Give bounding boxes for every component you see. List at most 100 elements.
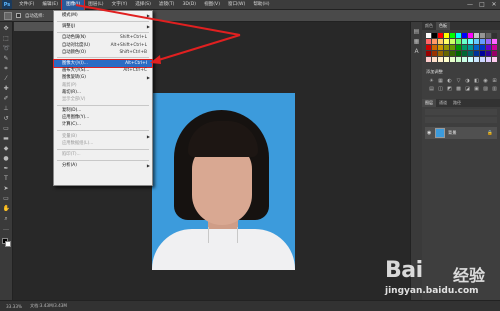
dropdown-menu-item[interactable]: 自动颜色(O) Shift+Ctrl+B	[54, 49, 152, 56]
close-button[interactable]: ✕	[488, 0, 500, 10]
color-swatch[interactable]	[462, 57, 467, 62]
color-swatch[interactable]	[462, 51, 467, 56]
dropdown-menu-item[interactable]: 应用图像(Y)...	[54, 114, 152, 121]
menu-item[interactable]: 图层(L)	[84, 0, 107, 10]
eraser-tool-icon[interactable]: ▭	[3, 125, 10, 132]
adjustment-icon[interactable]: ▤	[428, 86, 435, 92]
color-swatch[interactable]	[480, 33, 485, 38]
character-panel-icon[interactable]: A	[413, 48, 420, 55]
color-swatch[interactable]	[438, 57, 443, 62]
color-swatch[interactable]	[462, 39, 467, 44]
color-swatch[interactable]	[492, 33, 497, 38]
menu-item-image-size[interactable]: 图像大小(I)... Alt+Ctrl+I	[53, 58, 153, 69]
adjustment-icon[interactable]: ▨	[482, 86, 489, 92]
color-swatch[interactable]	[486, 33, 491, 38]
adjustment-icon[interactable]: ◪	[464, 86, 471, 92]
color-swatch[interactable]	[432, 51, 437, 56]
adjustment-icon[interactable]: ◫	[437, 86, 444, 92]
marquee-tool-icon[interactable]: ⬚	[3, 35, 10, 42]
background-color-swatch[interactable]	[5, 241, 11, 247]
color-swatch[interactable]	[456, 51, 461, 56]
menu-item[interactable]: 3D(D)	[178, 0, 200, 10]
dropdown-menu-item[interactable]: 自动色调(N) Shift+Ctrl+L	[54, 34, 152, 41]
shape-tool-icon[interactable]: ▭	[3, 195, 10, 202]
color-swatch[interactable]	[480, 39, 485, 44]
color-swatch[interactable]	[468, 51, 473, 56]
pen-tool-icon[interactable]: ✒	[3, 165, 10, 172]
minimize-button[interactable]: —	[464, 0, 476, 10]
tab-swatches[interactable]: 色板	[436, 22, 450, 30]
color-swatch[interactable]	[474, 45, 479, 50]
menu-item[interactable]: 选择(S)	[131, 0, 155, 10]
layer-filter-row[interactable]	[425, 109, 497, 115]
color-swatch[interactable]	[486, 57, 491, 62]
tab-paths[interactable]: 路径	[450, 99, 464, 107]
color-swatch[interactable]	[492, 39, 497, 44]
zoom-tool-icon[interactable]: ⌕	[3, 215, 10, 222]
color-swatch[interactable]	[486, 51, 491, 56]
color-swatch[interactable]	[444, 33, 449, 38]
menu-item[interactable]: 滤镜(T)	[155, 0, 179, 10]
brush-tool-icon[interactable]: ✐	[3, 95, 10, 102]
color-swatch[interactable]	[462, 45, 467, 50]
properties-panel-icon[interactable]: ▦	[413, 38, 420, 45]
clone-stamp-tool-icon[interactable]: ⊥	[3, 105, 10, 112]
gradient-tool-icon[interactable]: ▬	[3, 135, 10, 142]
move-tool-icon[interactable]	[4, 11, 12, 20]
menu-item[interactable]: 编辑(E)	[38, 0, 62, 10]
adjustment-icon[interactable]: ▥	[491, 86, 498, 92]
color-swatch[interactable]	[456, 57, 461, 62]
crop-tool-icon[interactable]: ⌗	[3, 65, 10, 72]
color-swatch[interactable]	[426, 51, 431, 56]
dropdown-menu-item[interactable]: 画布大小(S)... Alt+Ctrl+C	[54, 67, 152, 74]
color-swatch[interactable]	[480, 45, 485, 50]
color-swatch[interactable]	[450, 33, 455, 38]
color-swatch[interactable]	[468, 33, 473, 38]
color-swatch[interactable]	[426, 45, 431, 50]
color-swatch[interactable]	[492, 45, 497, 50]
color-swatch[interactable]	[450, 45, 455, 50]
color-swatch[interactable]	[426, 57, 431, 62]
menu-item[interactable]: 图像(I)	[61, 0, 86, 11]
dodge-tool-icon[interactable]: ●	[3, 155, 10, 162]
color-swatch[interactable]	[492, 57, 497, 62]
zoom-level[interactable]: 33.33%	[6, 304, 22, 309]
color-swatch[interactable]	[456, 33, 461, 38]
path-select-tool-icon[interactable]: ➤	[3, 185, 10, 192]
color-swatch[interactable]	[426, 39, 431, 44]
dropdown-menu-item[interactable]: 计算(C)...	[54, 121, 152, 128]
color-swatch[interactable]	[444, 39, 449, 44]
color-swatch[interactable]	[450, 39, 455, 44]
color-swatch[interactable]	[468, 39, 473, 44]
color-swatch[interactable]	[462, 33, 467, 38]
color-swatch[interactable]	[474, 51, 479, 56]
maximize-button[interactable]: □	[476, 0, 488, 10]
color-swatch[interactable]	[432, 39, 437, 44]
tab-color[interactable]: 颜色	[422, 22, 436, 30]
color-swatch[interactable]	[438, 45, 443, 50]
more-tools-icon[interactable]: …	[3, 225, 10, 232]
adjustment-icon[interactable]: ◉	[482, 78, 489, 84]
color-swatch[interactable]	[468, 45, 473, 50]
color-swatch[interactable]	[426, 33, 431, 38]
blur-tool-icon[interactable]: ◆	[3, 145, 10, 152]
adjustment-icon[interactable]: ◧	[473, 78, 480, 84]
background-layer[interactable]: ◉ 背景 🔒	[425, 127, 497, 139]
color-swatch[interactable]	[444, 45, 449, 50]
eyedropper-tool-icon[interactable]: ⁄	[3, 75, 10, 82]
history-brush-tool-icon[interactable]: ↺	[3, 115, 10, 122]
adjustment-icon[interactable]: ▩	[455, 86, 462, 92]
color-swatch[interactable]	[456, 45, 461, 50]
adjustment-icon[interactable]: ▽	[455, 78, 462, 84]
menu-item[interactable]: 文件(F)	[15, 0, 38, 10]
layer-blend-row[interactable]	[425, 117, 497, 123]
color-swatch[interactable]	[468, 57, 473, 62]
tab-channels[interactable]: 通道	[436, 99, 450, 107]
dropdown-menu-item[interactable]: 分析(A) ▶	[54, 162, 152, 169]
history-panel-icon[interactable]: ▤	[413, 28, 420, 35]
color-swatch[interactable]	[474, 33, 479, 38]
menu-item[interactable]: 文字(Y)	[108, 0, 132, 10]
healing-brush-tool-icon[interactable]: ✚	[3, 85, 10, 92]
adjustment-icon[interactable]: ⊞	[491, 78, 498, 84]
color-swatch[interactable]	[456, 39, 461, 44]
